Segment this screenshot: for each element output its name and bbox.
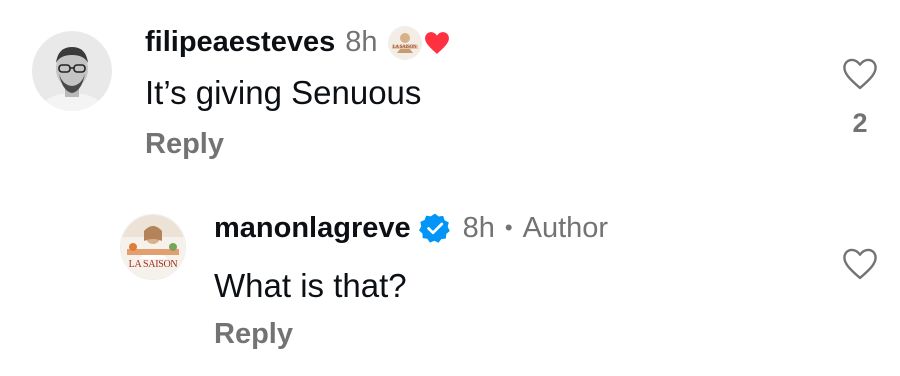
avatar-filipeaesteves[interactable] [32, 31, 112, 111]
username[interactable]: manonlagreve [214, 212, 411, 245]
comment-manonlagreve: LA SAISON manonlagreve 8h • Author What … [0, 180, 900, 376]
creator-avatar-thumb [387, 26, 422, 60]
separator-dot: • [504, 215, 513, 240]
timestamp[interactable]: 8h [345, 26, 377, 59]
like-count[interactable]: 2 [840, 108, 880, 139]
red-heart-icon [424, 31, 450, 60]
comment-text: What is that? [214, 267, 407, 304]
heart-outline-icon [843, 58, 877, 90]
creator-liked-badge-text: LA SAISON [392, 45, 417, 50]
like-button[interactable] [842, 57, 878, 96]
timestamp[interactable]: 8h [463, 212, 495, 245]
comment-text: It’s giving Senuous [145, 74, 422, 111]
avatar-text: LA SAISON [128, 259, 178, 270]
avatar-manonlagreve[interactable]: LA SAISON [120, 214, 186, 280]
like-button[interactable] [842, 247, 878, 286]
reply-button[interactable]: Reply [145, 128, 224, 161]
avatar-photo [32, 31, 112, 111]
comment-filipeaesteves: filipeaesteves 8h LA SAISON It’s giving … [0, 0, 900, 180]
verified-badge-icon [418, 212, 451, 244]
username[interactable]: filipeaesteves [145, 26, 335, 59]
comment-header: filipeaesteves 8h LA SAISON [145, 24, 450, 60]
author-label: Author [522, 211, 609, 244]
reply-button[interactable]: Reply [214, 318, 293, 351]
comment-header: manonlagreve 8h • Author [214, 210, 608, 246]
creator-liked-badge: LA SAISON [387, 24, 450, 60]
heart-outline-icon [843, 248, 877, 280]
